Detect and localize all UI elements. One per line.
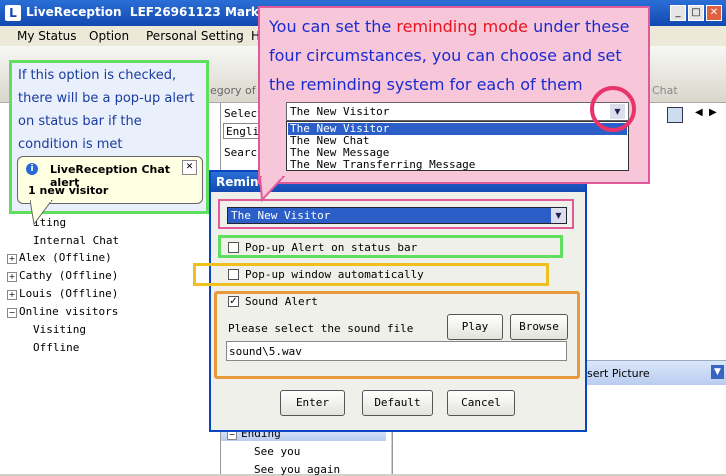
maximize-icon[interactable]: □ [688,5,704,21]
tree-item-online-visitors[interactable]: Online visitors [19,305,118,318]
expand-icon[interactable]: + [7,272,17,282]
note-highlight: reminding mode [396,17,528,36]
balloon-body: 1 new visitor [28,184,109,197]
reminding-settings-dialog: Remind The New Visitor ▼ Pop-up Alert on… [193,170,587,432]
sound-file-input[interactable]: sound\5.wav [226,341,567,361]
save-icon[interactable] [667,107,683,123]
window-title: LiveReception LEF26961123 Mark [26,5,259,19]
preview-selected-value: The New Visitor [290,105,390,118]
sound-alert-label: Sound Alert [245,295,318,308]
sound-file-prompt: Please select the sound file [228,322,414,335]
balloon-pointer [30,200,53,226]
expand-icon[interactable]: + [7,254,17,264]
phrase-see-you[interactable]: See you [254,445,300,458]
expand-icon[interactable]: + [7,290,17,300]
arrow-highlight-circle [590,86,636,132]
toolbar-category-label[interactable]: egory of [210,84,256,97]
close-icon[interactable]: ✕ [182,160,197,175]
reminding-mode-select[interactable]: The New Visitor ▼ [227,207,567,224]
language-select[interactable]: Engli [223,123,259,139]
sound-alert-checkbox[interactable]: ✓ [228,296,239,307]
dropdown-option[interactable]: The New Transferring Message [288,159,475,171]
callout-pointer [258,176,286,202]
default-button[interactable]: Default [362,390,433,416]
phrase-see-you-again[interactable]: See you again [254,463,340,476]
enter-button[interactable]: Enter [280,390,345,416]
menu-personal-setting[interactable]: Personal Setting [146,29,244,43]
minimize-icon[interactable]: _ [670,5,686,21]
tree-item-louis[interactable]: Louis (Offline) [19,287,118,300]
tip-text: If this option is checked, there will be… [18,68,195,152]
popup-alert-label: Pop-up Alert on status bar [245,241,418,254]
popup-window-checkbox[interactable] [228,269,239,280]
reminding-mode-callout: You can set the reminding mode under the… [258,6,650,184]
chat-alert-balloon: i LiveReception Chat alert ✕ 1 new visit… [17,156,203,204]
chevron-down-icon[interactable]: ▼ [551,208,566,223]
mode-dropdown-list: The New Visitor The New Chat The New Mes… [286,121,629,171]
arrow-left-icon[interactable]: ◀ [695,107,703,118]
collapse-down-icon[interactable]: ▼ [711,365,724,379]
popup-alert-checkbox[interactable] [228,242,239,253]
play-button[interactable]: Play [447,314,503,340]
tree-item-visiting[interactable]: Visiting [33,323,86,336]
arrow-right-icon[interactable]: ▶ [709,107,717,118]
browse-button[interactable]: Browse [510,314,568,340]
close-icon[interactable]: ✕ [706,5,722,21]
collapse-icon[interactable]: − [7,308,17,318]
toolbar-chat-label[interactable]: Chat [652,84,678,97]
menu-option[interactable]: Option [89,29,129,43]
note-text: You can set the reminding mode under the… [269,17,630,94]
tree-item-alex[interactable]: Alex (Offline) [19,251,112,264]
cancel-button[interactable]: Cancel [447,390,515,416]
tree-item-internal-chat[interactable]: Internal Chat [33,234,119,247]
tree-item-offline[interactable]: Offline [33,341,79,354]
mode-dropdown-preview[interactable]: The New Visitor ▼ [286,102,629,121]
tree-item-cathy[interactable]: Cathy (Offline) [19,269,118,282]
app-logo-icon: L [5,5,21,21]
menu-my-status[interactable]: My Status [17,29,77,43]
right-toolbar: ◀ ▶ [663,105,723,123]
insert-picture-label[interactable]: sert Picture [587,367,650,380]
info-icon: i [26,163,38,175]
mode-selected-value: The New Visitor [231,209,331,222]
popup-window-label: Pop-up window automatically [245,268,424,281]
